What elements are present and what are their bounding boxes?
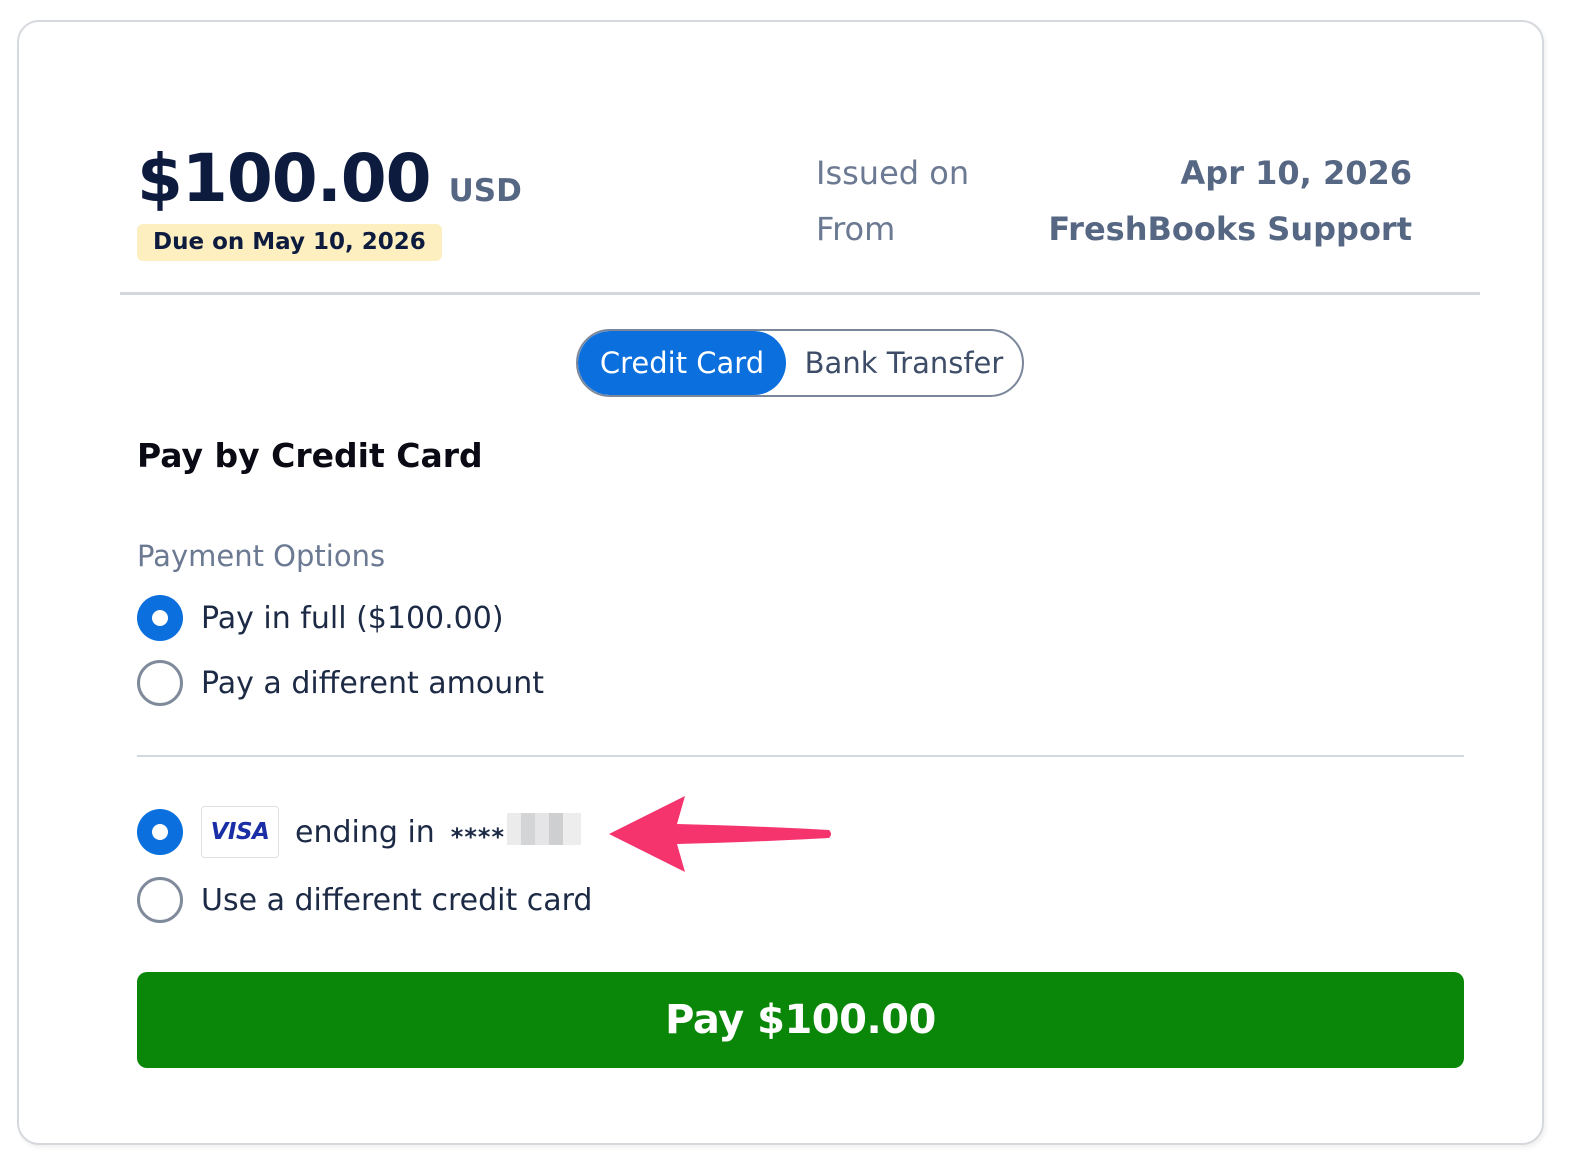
tab-bank-transfer[interactable]: Bank Transfer [786,331,1022,395]
different-card-label: Use a different credit card [201,882,593,918]
invoice-amount: $100.00 [137,140,432,217]
tab-credit-card[interactable]: Credit Card [578,331,786,395]
pay-different-amount-radio[interactable] [137,660,183,706]
issued-date: Apr 10, 2026 [1180,154,1412,192]
card-ending-label: ending in [295,814,435,850]
pay-different-amount-label: Pay a different amount [201,665,545,701]
from-value: FreshBooks Support [1048,210,1412,248]
from-label: From [816,210,896,248]
redacted-digits [507,813,581,845]
issued-label: Issued on [816,154,970,192]
option-pay-different-amount[interactable]: Pay a different amount [137,660,544,706]
pay-in-full-label: Pay in full ($100.00) [201,600,504,636]
pay-in-full-radio[interactable] [137,595,183,641]
invoice-payment-card: $100.00 USD Due on May 10, 2026 Issued o… [17,20,1544,1145]
card-masked-number: **** [451,813,581,851]
card-mask-stars: **** [450,823,505,851]
pay-button[interactable]: Pay $100.00 [137,972,1464,1068]
invoice-amount-row: $100.00 USD [137,140,522,217]
payment-options-label: Payment Options [137,539,386,573]
different-card-radio[interactable] [137,877,183,923]
different-card-option[interactable]: Use a different credit card [137,877,592,923]
visa-logo-icon: VISA [201,806,279,858]
saved-card-option[interactable]: VISA ending in **** [137,806,581,858]
options-divider [137,755,1464,757]
section-title: Pay by Credit Card [137,436,483,475]
option-pay-in-full[interactable]: Pay in full ($100.00) [137,595,504,641]
due-date-badge: Due on May 10, 2026 [137,224,442,261]
arrow-left-icon [609,796,831,872]
visa-brand-text: VISA [210,819,270,845]
invoice-currency: USD [448,173,522,209]
header-divider [120,292,1480,295]
payment-method-toggle: Credit Card Bank Transfer [576,329,1024,397]
saved-card-radio[interactable] [137,809,183,855]
